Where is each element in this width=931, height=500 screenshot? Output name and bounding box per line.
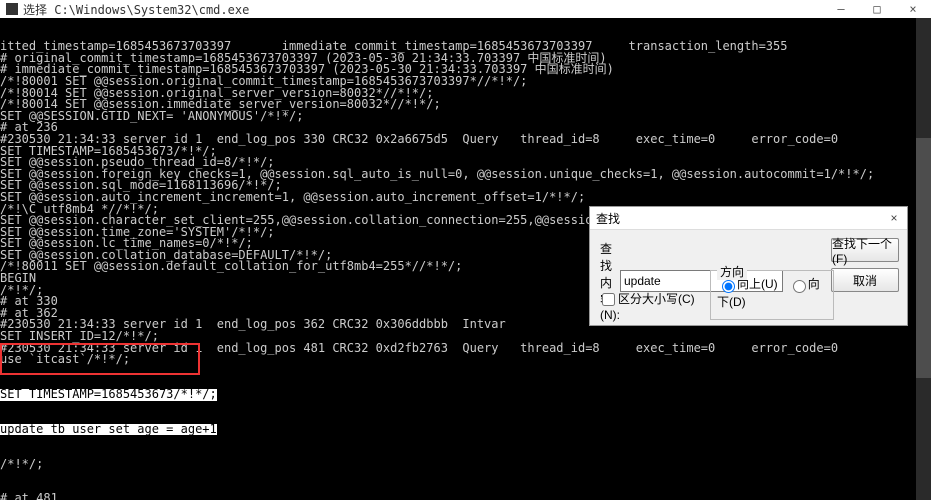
terminal-line: SET @@SESSION.GTID_NEXT= 'ANONYMOUS'/*!*… <box>0 111 931 123</box>
window-title: 选择 C:\Windows\System32\cmd.exe <box>23 1 249 18</box>
terminal-line: use `itcast`/*!*/; <box>0 354 931 366</box>
close-button[interactable]: × <box>895 0 931 18</box>
find-next-button[interactable]: 查找下一个(F) <box>831 238 899 262</box>
update-highlight: update <box>0 424 43 436</box>
find-dialog-close-button[interactable]: × <box>885 209 903 227</box>
find-content-label: 查找内容(N): <box>600 240 620 322</box>
boxed-line-1: SET TIMESTAMP=1685453673/*!*/; <box>0 389 217 401</box>
direction-group: 方向 向上(U) 向下(D) <box>710 270 834 320</box>
terminal-line: #230530 21:34:33 server id 1 end_log_pos… <box>0 343 931 355</box>
find-dialog-title: 查找 <box>596 210 620 227</box>
after-box-line: /*!*/; <box>0 459 931 471</box>
minimize-button[interactable]: — <box>823 0 859 18</box>
find-dialog-titlebar[interactable]: 查找 × <box>590 207 907 230</box>
direction-group-label: 方向 <box>717 263 747 280</box>
close-icon: × <box>890 211 897 225</box>
cmd-icon <box>6 3 18 15</box>
terminal-line: # at 481 <box>0 493 931 500</box>
find-dialog-buttons: 查找下一个(F) 取消 <box>831 238 899 298</box>
terminal-scrollbar[interactable] <box>916 18 931 500</box>
cancel-button[interactable]: 取消 <box>831 268 899 292</box>
window-titlebar: 选择 C:\Windows\System32\cmd.exe — □ × <box>0 0 931 18</box>
case-sensitive-checkbox[interactable]: 区分大小写(C) <box>598 290 695 309</box>
scrollbar-thumb[interactable] <box>916 138 931 378</box>
find-dialog: 查找 × 查找内容(N): 查找下一个(F) 取消 方向 向上(U) 向下(D)… <box>589 206 908 326</box>
boxed-line-2-rest: tb_user set age = age+1 <box>43 424 216 436</box>
maximize-button[interactable]: □ <box>859 0 895 18</box>
find-dialog-body: 查找内容(N): 查找下一个(F) 取消 方向 向上(U) 向下(D) 区分大小… <box>590 230 907 331</box>
window-controls: — □ × <box>823 0 931 18</box>
